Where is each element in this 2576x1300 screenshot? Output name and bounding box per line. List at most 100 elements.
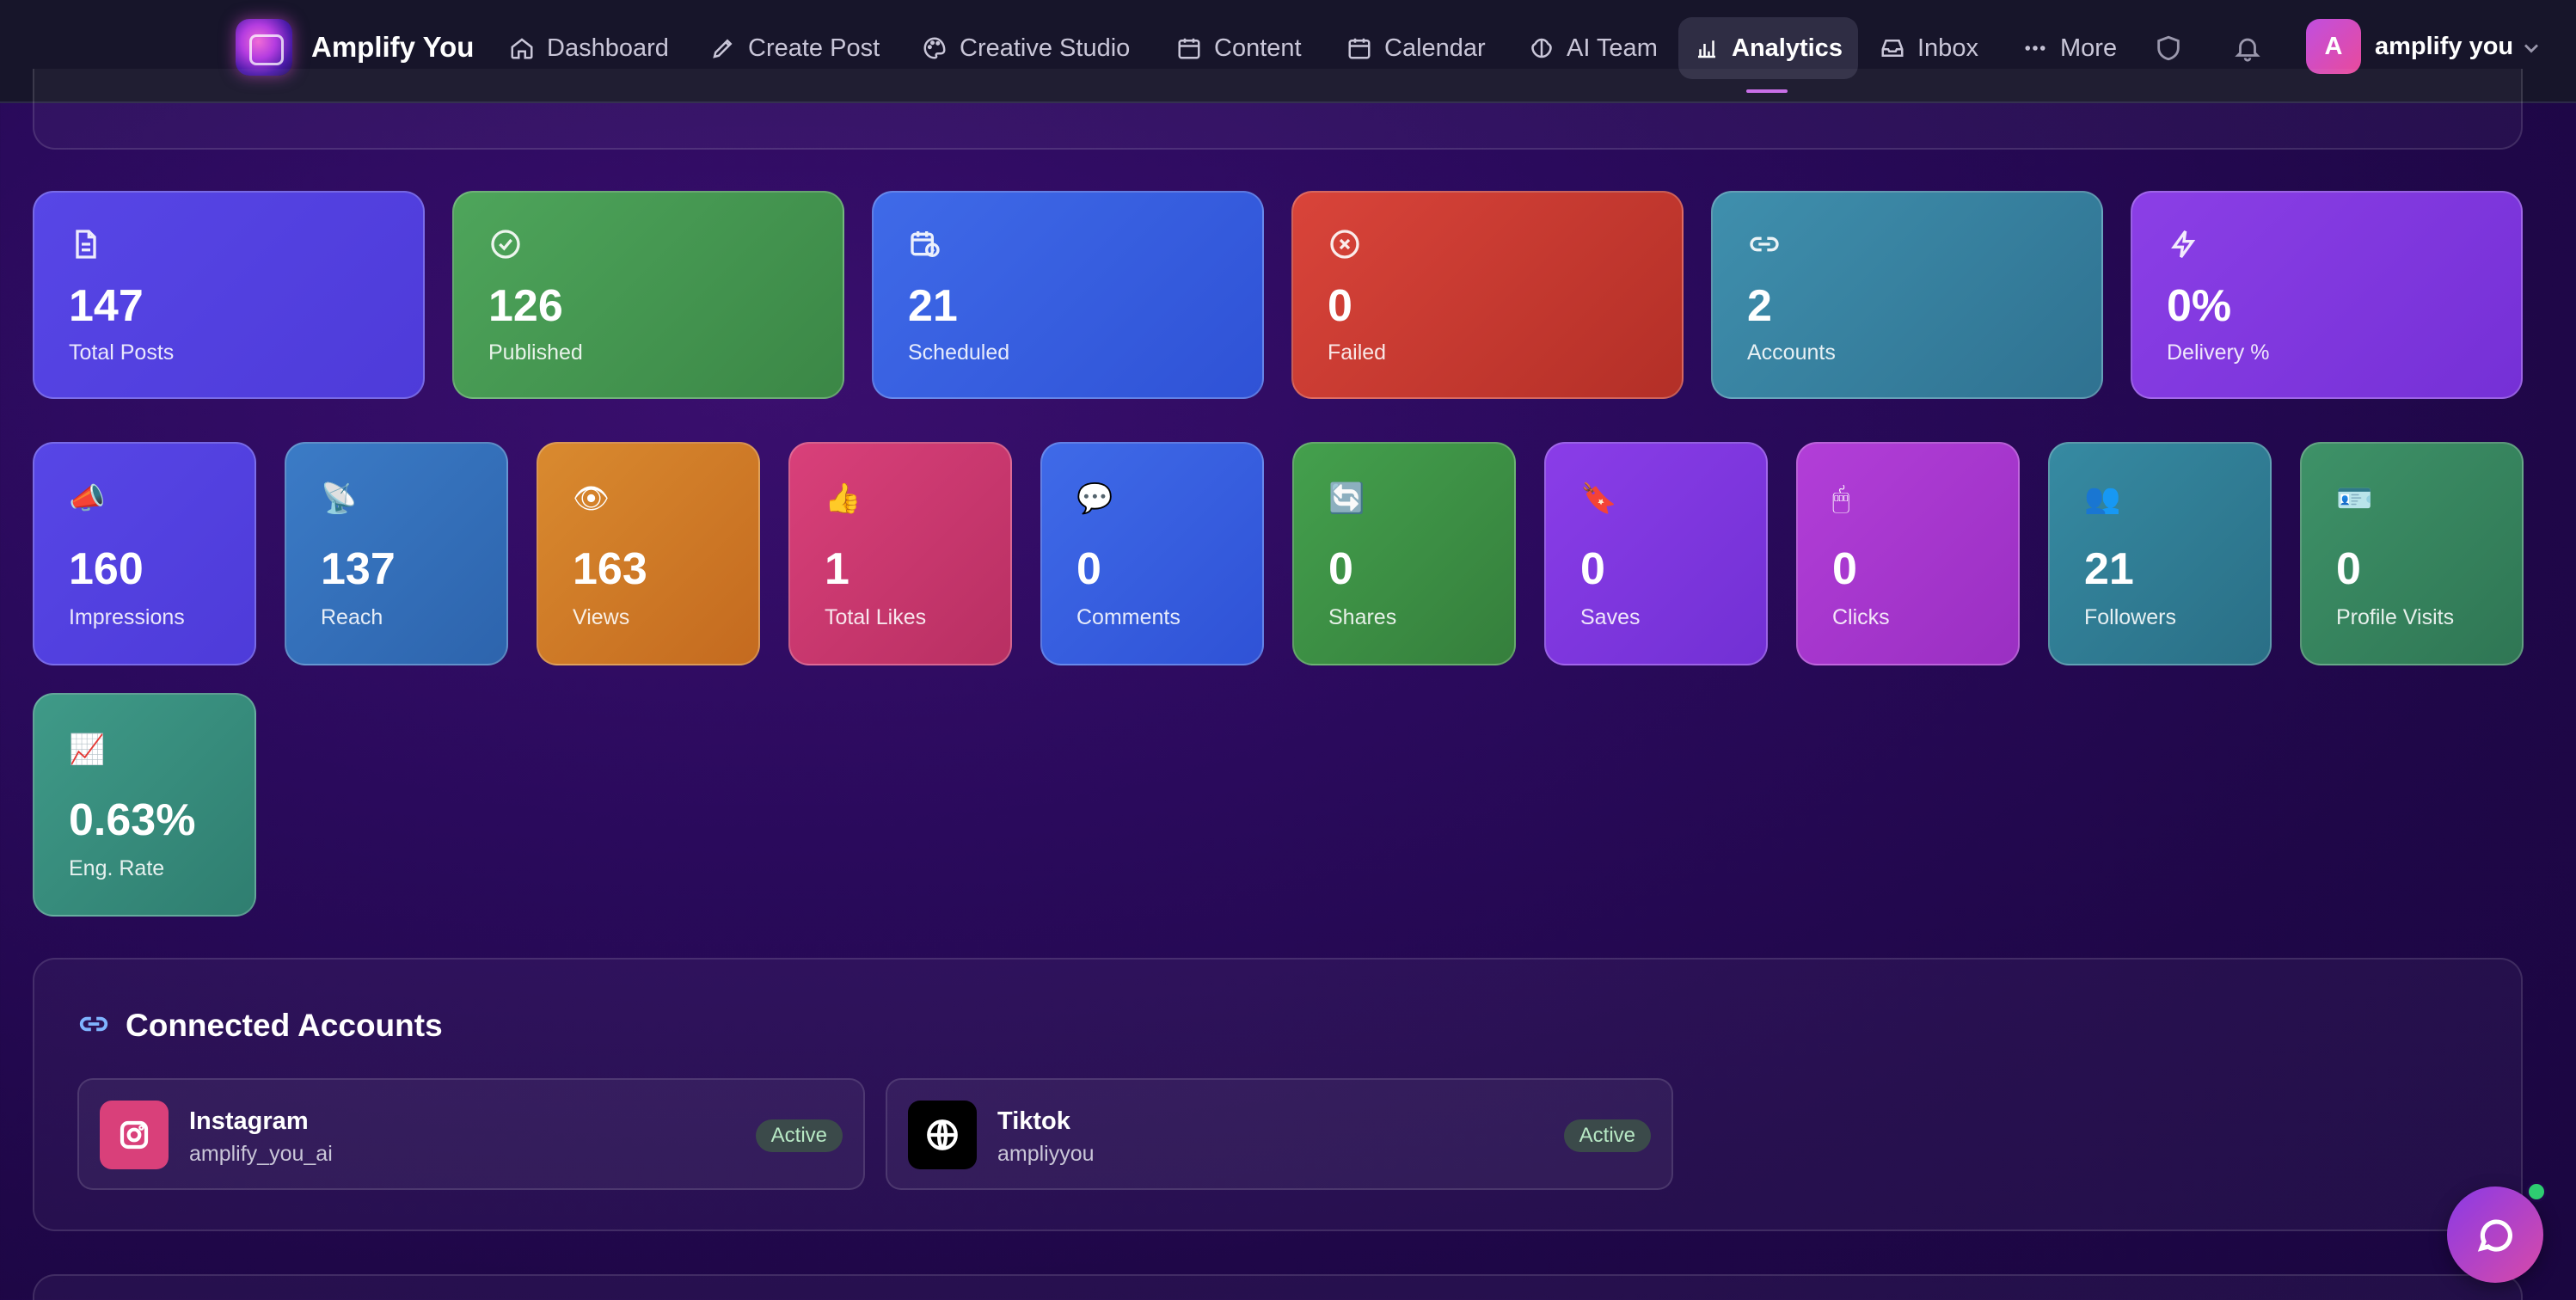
account-card-instagram[interactable]: Instagram amplify_you_ai Active [77,1078,865,1190]
metric-card-saves: 🔖 0 Saves [1544,442,1768,665]
speech-bubble-icon: 💬 [1076,482,1113,515]
metric-label: Followers [2084,605,2176,629]
nav-label: Calendar [1384,34,1486,62]
account-platform: Instagram [189,1107,309,1135]
metric-value: 21 [2084,544,2134,594]
stat-value: 2 [1747,281,1772,331]
mouse-icon: 🖱 [1832,482,1850,515]
status-badge: Active [755,1119,843,1152]
metric-card-profile-visits: 🪪 0 Profile Visits [2300,442,2524,665]
id-card-icon: 🪪 [2336,482,2373,515]
stat-value: 147 [69,281,144,331]
nav-label: Create Post [748,34,880,62]
stat-value: 21 [908,281,958,331]
metric-card-shares: 🔄 0 Shares [1292,442,1516,665]
metric-value: 0 [1328,544,1353,594]
chat-button[interactable] [2447,1187,2543,1283]
account-platform: Tiktok [997,1107,1070,1135]
next-section-panel [33,1274,2523,1300]
bar-chart-icon [1698,40,1715,58]
document-icon [69,227,107,265]
metric-card-views: 👁 163 Views [537,442,760,665]
shield-icon[interactable] [2150,29,2187,67]
chevron-down-icon[interactable] [2519,36,2543,60]
nav-label: Inbox [1917,34,1978,62]
avatar[interactable]: A [2306,19,2361,74]
link-icon [1747,227,1785,265]
account-card-tiktok[interactable]: Tiktok ampliyyou Active [886,1078,1673,1190]
eye-icon: 👁 [573,482,610,515]
calendar-clock-icon [908,227,946,265]
megaphone-icon: 📣 [69,482,106,515]
stat-card-accounts: 2 Accounts [1711,191,2103,399]
connected-accounts-panel: Connected Accounts Instagram amplify_you… [33,958,2523,1231]
instagram-icon [100,1101,169,1169]
people-icon: 👥 [2084,482,2121,515]
metric-card-impressions: 📣 160 Impressions [33,442,256,665]
nav-label: Creative Studio [960,34,1131,62]
metric-card-reach: 📡 137 Reach [285,442,508,665]
metric-label: Total Likes [825,605,927,629]
stat-card-scheduled: 21 Scheduled [872,191,1264,399]
metric-card-engagement-rate: 📈 0.63% Eng. Rate [33,693,256,917]
stat-value: 126 [488,281,563,331]
calendar-icon [1178,38,1200,59]
metric-label: Comments [1076,605,1181,629]
stat-card-failed: 0 Failed [1291,191,1684,399]
stat-value: 0 [1328,281,1352,331]
thumbs-up-icon: 👍 [825,482,862,515]
metric-value: 0.63% [69,795,196,845]
stat-label: Accounts [1747,340,1836,365]
x-circle-icon [1328,227,1365,265]
stat-label: Scheduled [908,340,1010,365]
stat-label: Published [488,340,583,365]
user-name[interactable]: amplify you [2375,33,2513,61]
chat-bubble-icon [2477,1219,2512,1252]
nav-label: Content [1214,34,1302,62]
metric-label: Views [573,605,630,629]
bell-icon[interactable] [2229,29,2266,67]
check-circle-icon [488,227,526,265]
brain-icon [1531,38,1552,58]
metric-value: 0 [1832,544,1857,594]
nav-label: More [2060,34,2118,62]
stat-label: Delivery % [2167,340,2270,365]
metric-value: 1 [825,544,849,594]
satellite-icon: 📡 [321,482,358,515]
bookmark-icon: 🔖 [1580,482,1617,515]
pen-icon [713,39,733,58]
metric-label: Eng. Rate [69,856,165,880]
section-title: Connected Accounts [126,1008,443,1043]
status-badge: Active [1563,1119,1651,1152]
metric-value: 0 [1580,544,1605,594]
home-icon [511,38,533,59]
nav-label: Analytics [1732,34,1843,62]
metric-value: 160 [69,544,144,594]
nav-label: AI Team [1567,34,1658,62]
metric-label: Profile Visits [2336,605,2455,629]
stat-card-total-posts: 147 Total Posts [33,191,425,399]
metric-card-likes: 👍 1 Total Likes [788,442,1012,665]
stat-card-delivery: 0% Delivery % [2131,191,2523,399]
stat-value: 0% [2167,281,2232,331]
account-handle: amplify_you_ai [189,1142,333,1166]
repeat-icon: 🔄 [1328,482,1365,515]
globe-icon [908,1101,977,1169]
inbox-icon [1881,40,1904,57]
account-handle: ampliyyou [997,1142,1095,1166]
app-logo-icon[interactable] [236,19,292,76]
metric-label: Reach [321,605,383,629]
calendar-icon [1348,38,1371,59]
previous-section-panel [33,69,2523,150]
online-status-dot [2526,1181,2547,1202]
link-icon [77,1008,112,1042]
metric-card-clicks: 🖱 0 Clicks [1796,442,2020,665]
metric-value: 163 [573,544,647,594]
stat-label: Total Posts [69,340,175,365]
metric-value: 137 [321,544,396,594]
nav-label: Dashboard [547,34,669,62]
app-brand-name[interactable]: Amplify You [311,31,474,64]
lightning-icon [2167,227,2205,265]
metric-value: 0 [1076,544,1101,594]
stat-card-published: 126 Published [452,191,844,399]
